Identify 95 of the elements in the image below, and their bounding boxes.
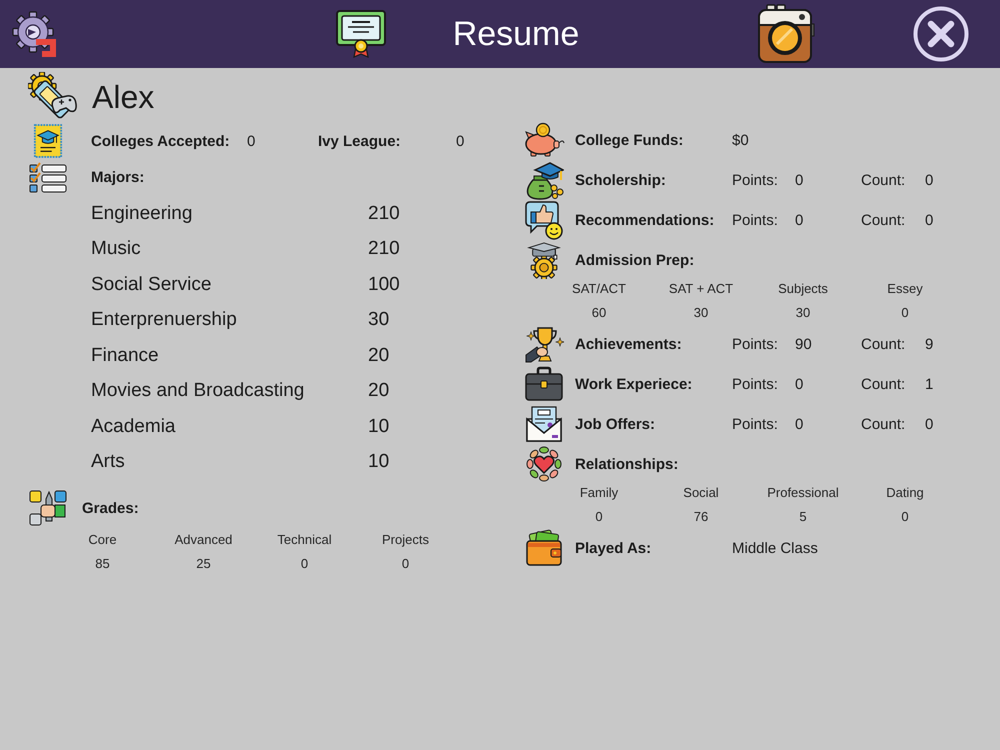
column-heading: Technical bbox=[277, 532, 332, 548]
cap-gear-icon bbox=[526, 241, 562, 279]
field-label: Played As: bbox=[575, 540, 652, 556]
column-value: 0 bbox=[402, 556, 410, 572]
column-heading: Projects bbox=[382, 532, 429, 548]
trophy-icon bbox=[524, 325, 564, 363]
certificate-icon[interactable] bbox=[335, 9, 387, 59]
field-label: Scholership: bbox=[575, 172, 667, 188]
column-value: 0 bbox=[901, 305, 909, 321]
points-label: Points: bbox=[732, 416, 779, 432]
field-label: Relationships: bbox=[575, 456, 680, 472]
column-value: 25 bbox=[196, 556, 211, 572]
major-name: Academia bbox=[91, 416, 176, 438]
count-value: 0 bbox=[925, 212, 934, 228]
column-value: 30 bbox=[694, 305, 708, 321]
points-label: Points: bbox=[732, 376, 779, 392]
major-score: 10 bbox=[368, 451, 390, 474]
points-label: Points: bbox=[732, 336, 779, 352]
checklist-icon bbox=[28, 161, 68, 193]
field-label: Job Offers: bbox=[575, 416, 656, 432]
major-name: Engineering bbox=[91, 202, 192, 225]
page-title: Resume bbox=[452, 14, 580, 54]
column-value: 85 bbox=[95, 556, 110, 572]
major-score: 100 bbox=[368, 274, 400, 296]
settings-icon[interactable] bbox=[12, 11, 58, 57]
column-heading: Social bbox=[683, 485, 719, 501]
major-score: 210 bbox=[368, 202, 400, 225]
camera-icon[interactable] bbox=[757, 4, 815, 64]
points-value: 0 bbox=[795, 172, 804, 188]
field-label: Achievements: bbox=[575, 336, 683, 352]
column-heading: SAT + ACT bbox=[668, 281, 734, 297]
field-label: College Funds: bbox=[575, 132, 684, 148]
count-value: 0 bbox=[925, 416, 934, 432]
points-value: 90 bbox=[795, 336, 813, 352]
field-label: Ivy League: bbox=[318, 132, 402, 150]
column-value: 5 bbox=[799, 509, 807, 525]
field-value: $0 bbox=[732, 132, 749, 148]
player-name: Alex bbox=[92, 78, 154, 116]
wallet-icon bbox=[525, 529, 563, 567]
count-value: 9 bbox=[925, 336, 934, 352]
letter-blocks-icon bbox=[28, 489, 68, 527]
column-value: 76 bbox=[694, 509, 708, 525]
count-label: Count: bbox=[861, 416, 906, 432]
points-value: 0 bbox=[795, 376, 804, 392]
column-value: 0 bbox=[300, 556, 308, 572]
points-label: Points: bbox=[732, 212, 779, 228]
field-label: Recommendations: bbox=[575, 212, 716, 228]
section-label: Grades: bbox=[82, 500, 139, 516]
field-label: Colleges Accepted: bbox=[91, 132, 231, 150]
major-name: Social Service bbox=[91, 274, 212, 296]
count-value: 0 bbox=[925, 172, 934, 188]
column-heading: Core bbox=[88, 532, 117, 548]
column-value: 60 bbox=[592, 305, 606, 321]
major-name: Finance bbox=[91, 344, 159, 367]
field-value: Middle Class bbox=[732, 540, 818, 556]
points-value: 0 bbox=[795, 212, 804, 228]
briefcase-icon bbox=[524, 366, 564, 402]
envelope-letter-icon bbox=[525, 405, 563, 443]
column-heading: Professional bbox=[767, 485, 839, 501]
column-heading: Subjects bbox=[778, 281, 828, 297]
major-score: 210 bbox=[368, 238, 400, 260]
thumbs-up-smiley-icon bbox=[524, 200, 564, 240]
column-heading: Advanced bbox=[174, 532, 232, 548]
field-label: Admission Prep: bbox=[575, 252, 696, 268]
diploma-icon bbox=[33, 123, 63, 159]
close-icon[interactable] bbox=[913, 6, 969, 62]
field-value: 0 bbox=[247, 132, 256, 150]
column-value: 0 bbox=[901, 509, 909, 525]
major-name: Arts bbox=[91, 451, 125, 474]
count-label: Count: bbox=[861, 336, 906, 352]
major-score: 20 bbox=[368, 344, 390, 367]
major-score: 20 bbox=[368, 380, 390, 402]
field-value: 0 bbox=[456, 132, 464, 150]
count-label: Count: bbox=[861, 212, 906, 228]
points-label: Points: bbox=[732, 172, 779, 188]
column-value: 0 bbox=[595, 509, 603, 525]
column-heading: Family bbox=[580, 485, 618, 501]
count-label: Count: bbox=[861, 376, 906, 392]
piggy-bank-icon bbox=[523, 122, 565, 158]
major-score: 30 bbox=[368, 309, 390, 332]
column-value: 30 bbox=[796, 305, 810, 321]
count-label: Count: bbox=[861, 172, 906, 188]
major-name: Music bbox=[91, 238, 141, 260]
heart-circle-icon bbox=[525, 445, 563, 483]
column-heading: Essey bbox=[887, 281, 923, 297]
major-score: 10 bbox=[368, 416, 390, 438]
major-name: Enterprenuership bbox=[91, 309, 237, 332]
column-heading: SAT/ACT bbox=[572, 281, 626, 297]
section-label: Majors: bbox=[91, 168, 144, 186]
major-name: Movies and Broadcasting bbox=[91, 380, 304, 402]
column-heading: Dating bbox=[886, 485, 924, 501]
count-value: 1 bbox=[925, 376, 934, 392]
field-label: Work Experiece: bbox=[575, 376, 694, 392]
points-value: 0 bbox=[795, 416, 804, 432]
money-bag-cap-icon bbox=[524, 160, 564, 200]
